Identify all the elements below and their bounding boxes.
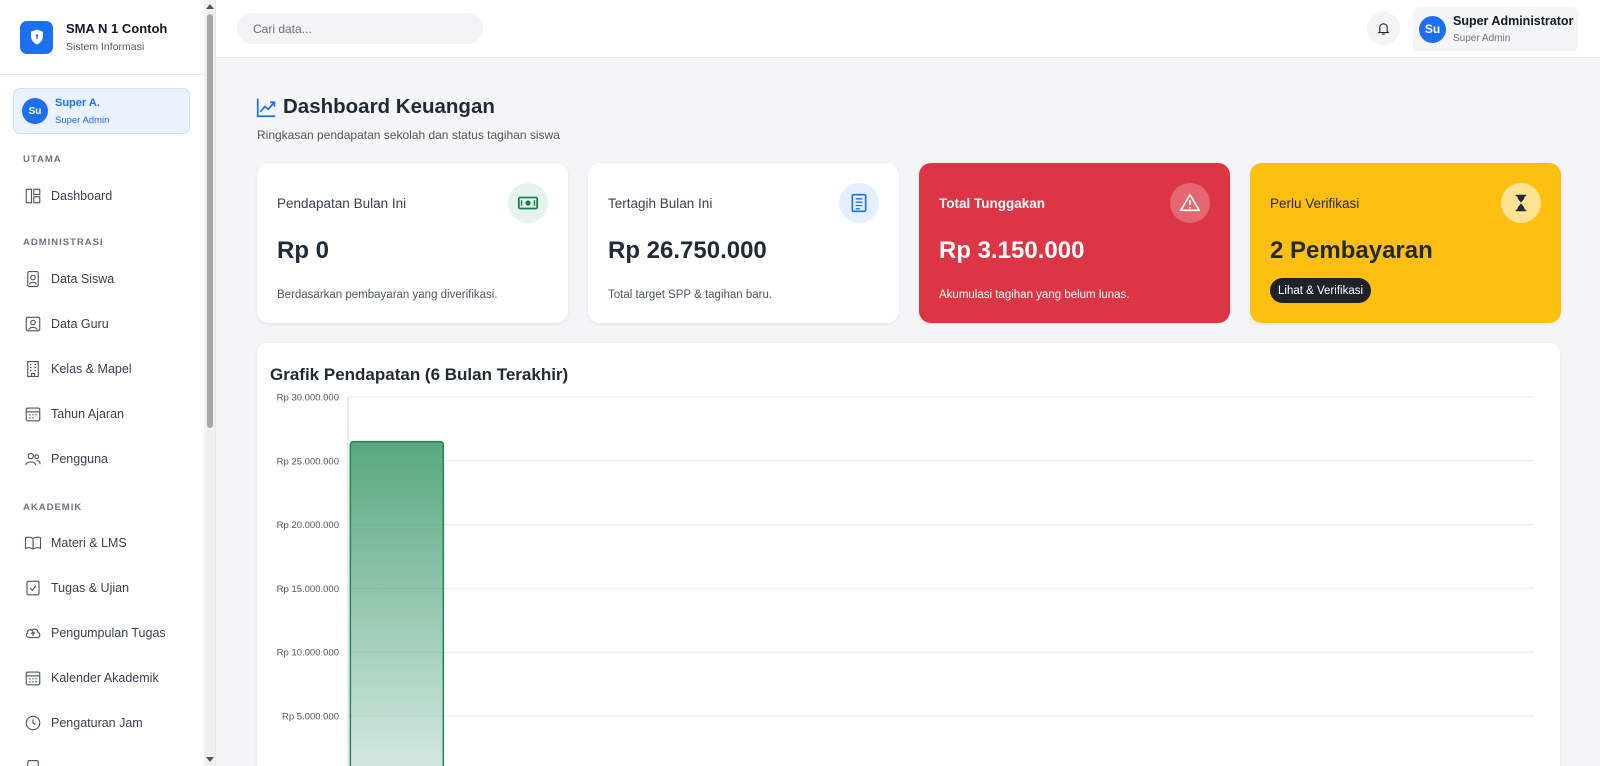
sidebar-item-partial[interactable] bbox=[24, 757, 51, 766]
scroll-down-arrow-icon[interactable] bbox=[206, 757, 214, 762]
revenue-chart-card: Grafik Pendapatan (6 Bulan Terakhir) Rp … bbox=[257, 343, 1560, 766]
bell-icon bbox=[1377, 23, 1390, 35]
verify-button[interactable]: Lihat & Verifikasi bbox=[1270, 278, 1372, 303]
brand[interactable]: SMA N 1 Contoh Sistem Informasi bbox=[0, 0, 215, 75]
notification-button[interactable] bbox=[1367, 12, 1400, 45]
topbar: Su Super Administrator Super Admin bbox=[216, 0, 1600, 58]
card-value: Rp 3.150.000 bbox=[939, 237, 1085, 264]
scroll-up-arrow-icon[interactable] bbox=[206, 4, 214, 9]
sidebar-item-label: Kelas & Mapel bbox=[51, 362, 132, 376]
receipt-icon bbox=[839, 183, 879, 223]
sidebar-item-label: Tugas & Ujian bbox=[51, 581, 130, 595]
stat-card-pendapatan[interactable]: Pendapatan Bulan Ini Rp 0 Berdasarkan pe… bbox=[257, 163, 568, 323]
sidebar-item-label: Kalender Akademik bbox=[51, 671, 159, 685]
sidebar-scrollbar[interactable] bbox=[204, 0, 215, 766]
card-note: Total target SPP & tagihan baru. bbox=[608, 289, 773, 301]
sidebar-item-label: Pengaturan Jam bbox=[51, 716, 143, 730]
cloud-upload-icon bbox=[25, 628, 41, 639]
dashboard-icon bbox=[25, 188, 41, 204]
sidebar-user-card[interactable]: Su Super A. Super Admin bbox=[13, 88, 190, 134]
brand-name: SMA N 1 Contoh bbox=[66, 21, 168, 36]
page-title-text: Dashboard Keuangan bbox=[283, 95, 495, 118]
sidebar-item-kalender-akademik[interactable]: Kalender Akademik bbox=[24, 667, 159, 689]
calendar-icon bbox=[25, 407, 41, 422]
card-value: 2 Pembayaran bbox=[1270, 237, 1433, 264]
sidebar-user-role: Super Admin bbox=[55, 114, 110, 126]
sidebar-item-data-siswa[interactable]: Data Siswa bbox=[24, 268, 114, 290]
warning-icon bbox=[1170, 183, 1210, 223]
card-value: Rp 0 bbox=[277, 237, 330, 264]
sidebar-item-pengumpulan-tugas[interactable]: Pengumpulan Tugas bbox=[24, 622, 166, 644]
book-icon bbox=[24, 536, 42, 550]
scroll-thumb[interactable] bbox=[207, 14, 213, 428]
section-label-utama: UTAMA bbox=[23, 154, 62, 165]
page-title: Dashboard Keuangan bbox=[256, 95, 495, 119]
card-note: Akumulasi tagihan yang belum lunas. bbox=[939, 289, 1130, 301]
card-label: Tertagih Bulan Ini bbox=[608, 196, 713, 211]
teacher-icon bbox=[25, 316, 41, 332]
sidebar-item-data-guru[interactable]: Data Guru bbox=[24, 313, 109, 335]
user-menu[interactable]: Su Super Administrator Super Admin bbox=[1413, 7, 1578, 51]
brand-subtitle: Sistem Informasi bbox=[66, 41, 145, 53]
stat-card-verifikasi[interactable]: Perlu Verifikasi 2 Pembayaran Lihat & Ve… bbox=[1250, 163, 1561, 323]
sidebar-item-kelas-mapel[interactable]: Kelas & Mapel bbox=[24, 358, 132, 380]
chart-bar[interactable] bbox=[349, 440, 445, 766]
section-label-akademik: AKADEMIK bbox=[23, 502, 83, 513]
money-icon bbox=[508, 183, 548, 223]
hourglass-icon bbox=[1501, 183, 1541, 223]
page-subtitle: Ringkasan pendapatan sekolah dan status … bbox=[257, 128, 560, 142]
user-menu-role: Super Admin bbox=[1453, 33, 1511, 44]
clock-icon bbox=[25, 715, 41, 731]
card-label: Total Tunggakan bbox=[939, 196, 1045, 211]
search-input[interactable] bbox=[237, 13, 483, 44]
users-icon bbox=[25, 452, 41, 466]
stat-card-tunggakan[interactable]: Total Tunggakan Rp 3.150.000 Akumulasi t… bbox=[919, 163, 1230, 323]
trending-up-icon bbox=[256, 98, 276, 117]
revenue-chart: Rp 5.000.000 Rp 10.000.000 Rp 15.000.000 Rp… bbox=[277, 393, 1534, 766]
sidebar-item-pengguna[interactable]: Pengguna bbox=[24, 448, 108, 470]
user-menu-name: Super Administrator bbox=[1453, 14, 1574, 28]
shield-logo-icon bbox=[20, 20, 53, 54]
avatar: Su bbox=[22, 98, 48, 124]
sidebar-item-tahun-ajaran[interactable]: Tahun Ajaran bbox=[24, 403, 124, 425]
card-label: Perlu Verifikasi bbox=[1270, 196, 1360, 211]
card-note: Berdasarkan pembayaran yang diverifikasi… bbox=[277, 289, 498, 301]
checklist-icon bbox=[26, 580, 40, 596]
sidebar-item-label: Data Siswa bbox=[51, 272, 115, 286]
document-icon bbox=[27, 759, 39, 766]
card-value: Rp 26.750.000 bbox=[608, 237, 767, 264]
avatar: Su bbox=[1419, 15, 1446, 43]
y-tick-label: Rp 30.000.000 bbox=[277, 393, 339, 404]
sidebar-item-label: Pengumpulan Tugas bbox=[51, 626, 166, 640]
y-tick-label: Rp 15.000.000 bbox=[277, 584, 339, 595]
sidebar-item-dashboard[interactable]: Dashboard bbox=[24, 185, 112, 207]
sidebar-item-label: Tahun Ajaran bbox=[51, 407, 124, 421]
sidebar-item-tugas-ujian[interactable]: Tugas & Ujian bbox=[24, 577, 129, 599]
sidebar-item-materi-lms[interactable]: Materi & LMS bbox=[24, 532, 127, 554]
stat-card-tertagih[interactable]: Tertagih Bulan Ini Rp 26.750.000 Total t… bbox=[588, 163, 899, 323]
sidebar-item-label: Data Guru bbox=[51, 317, 109, 331]
y-tick-label: Rp 5.000.000 bbox=[282, 712, 339, 723]
building-icon bbox=[27, 360, 39, 378]
sidebar-item-label: Dashboard bbox=[51, 189, 113, 203]
calendar-grid-icon bbox=[25, 671, 41, 686]
section-label-administrasi: ADMINISTRASI bbox=[23, 237, 104, 248]
sidebar-item-label: Materi & LMS bbox=[51, 536, 127, 550]
y-tick-label: Rp 25.000.000 bbox=[277, 456, 339, 467]
card-label: Pendapatan Bulan Ini bbox=[277, 196, 407, 211]
sidebar: SMA N 1 Contoh Sistem Informasi Su Super… bbox=[0, 0, 216, 766]
sidebar-user-name: Super A. bbox=[55, 96, 100, 109]
sidebar-item-label: Pengguna bbox=[51, 452, 109, 466]
y-tick-label: Rp 10.000.000 bbox=[277, 648, 339, 659]
sidebar-item-pengaturan-jam[interactable]: Pengaturan Jam bbox=[24, 712, 143, 734]
y-tick-label: Rp 20.000.000 bbox=[277, 520, 339, 531]
student-icon bbox=[27, 270, 39, 288]
